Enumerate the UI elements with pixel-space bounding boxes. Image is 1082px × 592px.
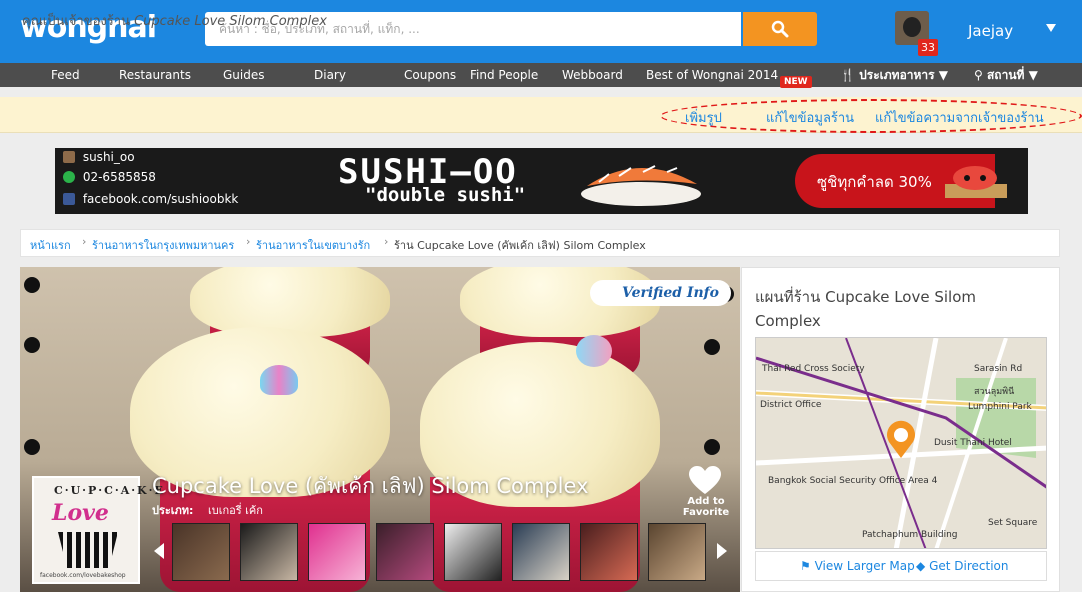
- heart-icon[interactable]: [688, 466, 722, 496]
- map-actions: ⚑ View Larger Map ◆ Get Direction: [755, 551, 1047, 581]
- get-direction-link[interactable]: ◆ Get Direction: [916, 559, 1008, 573]
- heart-candy: [260, 365, 298, 395]
- map-label: สวนลุมพินี: [974, 387, 1015, 397]
- nav-best-of-wongnai[interactable]: Best of Wongnai 2014: [646, 63, 778, 87]
- utensils-icon: 🍴: [840, 68, 855, 82]
- shop-type-label: ประเภท:: [152, 504, 194, 517]
- logo-script: Love: [52, 500, 109, 526]
- logo-url: facebook.com/lovebakeshop: [40, 572, 126, 579]
- caret-down-icon: ▼: [1028, 68, 1038, 82]
- add-to-favorite-button[interactable]: Add to Favorite: [682, 496, 730, 518]
- ad-facebook: facebook.com/sushioobkk: [63, 192, 238, 206]
- photo-thumbnail[interactable]: [376, 523, 434, 581]
- chevron-down-icon[interactable]: [1046, 24, 1056, 32]
- nav-food-type-label: ประเภทอาหาร: [859, 68, 935, 82]
- photo-thumbnail[interactable]: [648, 523, 706, 581]
- prev-photo-arrow[interactable]: [154, 543, 164, 559]
- map-label: Bangkok Social Security Office Area 4: [768, 476, 938, 486]
- breadcrumb-separator: ›: [246, 235, 251, 248]
- map-label: Patchaphum Building: [862, 530, 958, 540]
- nav-feed[interactable]: Feed: [51, 63, 80, 87]
- photo-thumbnail[interactable]: [240, 523, 298, 581]
- photo-thumbnail[interactable]: [580, 523, 638, 581]
- sushi-character-icon: [945, 166, 1007, 198]
- ad-banner[interactable]: sushi_oo 02-6585858 facebook.com/sushioo…: [55, 148, 1028, 214]
- nav-location[interactable]: ⚲ สถานที่ ▼: [974, 63, 1038, 87]
- get-direction-label: Get Direction: [929, 559, 1009, 573]
- next-photo-arrow[interactable]: [717, 543, 727, 559]
- map-label: Sarasin Rd: [974, 364, 1023, 374]
- ad-phone-number: 02-6585858: [82, 170, 156, 184]
- shop-name: Cupcake Love (คัพเค้ก เลิฟ) Silom Comple…: [152, 474, 589, 498]
- ad-handle: sushi_oo: [82, 150, 135, 164]
- map-pin-icon: [887, 420, 915, 458]
- breadcrumb-current: ร้าน Cupcake Love (คัพเค้ก เลิฟ) Silom C…: [394, 239, 646, 252]
- nav-diary[interactable]: Diary: [314, 63, 346, 87]
- map-label: Thai Red Cross Society: [762, 364, 865, 374]
- photo-thumbnail[interactable]: [444, 523, 502, 581]
- phone-icon: [63, 171, 75, 183]
- shop-logo[interactable]: C·U·P·C·A·K·E Love facebook.com/lovebake…: [32, 476, 163, 584]
- search-icon: [771, 20, 789, 38]
- breadcrumb-separator: ›: [82, 235, 87, 248]
- facebook-icon: [63, 193, 75, 205]
- notification-badge[interactable]: 33: [918, 39, 938, 56]
- new-badge: NEW: [780, 76, 812, 88]
- nav-find-people[interactable]: Find People: [470, 63, 538, 87]
- nav-webboard[interactable]: Webboard: [562, 63, 623, 87]
- map-label: District Office: [760, 400, 822, 410]
- breadcrumb-home[interactable]: หน้าแรก: [30, 236, 71, 254]
- username[interactable]: Jaejay: [968, 22, 1013, 40]
- map-title: แผนที่ร้าน Cupcake Love Silom Complex: [755, 288, 976, 330]
- owner-shop-name: Cupcake Love Silom Complex: [134, 14, 327, 29]
- photo-thumbnail[interactable]: [308, 523, 366, 581]
- map-label: Set Square: [988, 518, 1038, 528]
- nav-coupons[interactable]: Coupons: [404, 63, 456, 87]
- map-label: Lumphini Park: [968, 402, 1032, 412]
- nav-location-label: สถานที่: [986, 68, 1025, 82]
- annotation-oval: [660, 99, 1082, 133]
- map-label: Dusit Thani Hotel: [934, 438, 1012, 448]
- verified-badge[interactable]: Verified Info: [590, 280, 732, 306]
- ad-facebook-url: facebook.com/sushioobkk: [82, 192, 239, 206]
- view-larger-map-label: View Larger Map: [814, 559, 915, 573]
- search-button[interactable]: [743, 12, 817, 46]
- caret-down-icon: ▼: [938, 68, 949, 82]
- sushi-image: [581, 165, 701, 206]
- nav-guides[interactable]: Guides: [223, 63, 265, 87]
- flag-icon: ⚑: [800, 559, 811, 573]
- photo-thumbnail[interactable]: [512, 523, 570, 581]
- breadcrumb-bangrak[interactable]: ร้านอาหารในเขตบางรัก: [256, 236, 370, 254]
- ad-phone: 02-6585858: [63, 170, 156, 184]
- nav-food-type[interactable]: 🍴 ประเภทอาหาร ▼: [840, 63, 948, 87]
- photo-thumbnail[interactable]: [172, 523, 230, 581]
- instagram-icon: [63, 151, 75, 163]
- breadcrumb-separator: ›: [384, 235, 389, 248]
- direction-icon: ◆: [916, 559, 926, 573]
- view-larger-map-link[interactable]: ⚑ View Larger Map: [800, 559, 915, 573]
- owner-notice: คุณเป็นเจ้าของร้าน Cupcake Love Silom Co…: [22, 10, 327, 31]
- breadcrumb-bangkok[interactable]: ร้านอาหารในกรุงเทพมหานคร: [92, 236, 234, 254]
- logo-brand: C·U·P·C·A·K·E: [54, 484, 165, 497]
- cupcake-icon: [58, 532, 118, 568]
- nav-restaurants[interactable]: Restaurants: [119, 63, 191, 87]
- location-pin-icon: ⚲: [974, 68, 983, 82]
- ad-instagram: sushi_oo: [63, 150, 135, 164]
- shop-type-value[interactable]: เบเกอรี่ เค้ก: [208, 501, 263, 519]
- owner-prefix: คุณเป็นเจ้าของร้าน: [22, 14, 130, 29]
- ad-subtitle: "double sushi": [365, 184, 526, 206]
- map-image[interactable]: Thai Red Cross Society Sarasin Rd สวนลุม…: [755, 337, 1047, 549]
- ad-promo: ซูชิทุกคำลด 30%: [817, 173, 932, 191]
